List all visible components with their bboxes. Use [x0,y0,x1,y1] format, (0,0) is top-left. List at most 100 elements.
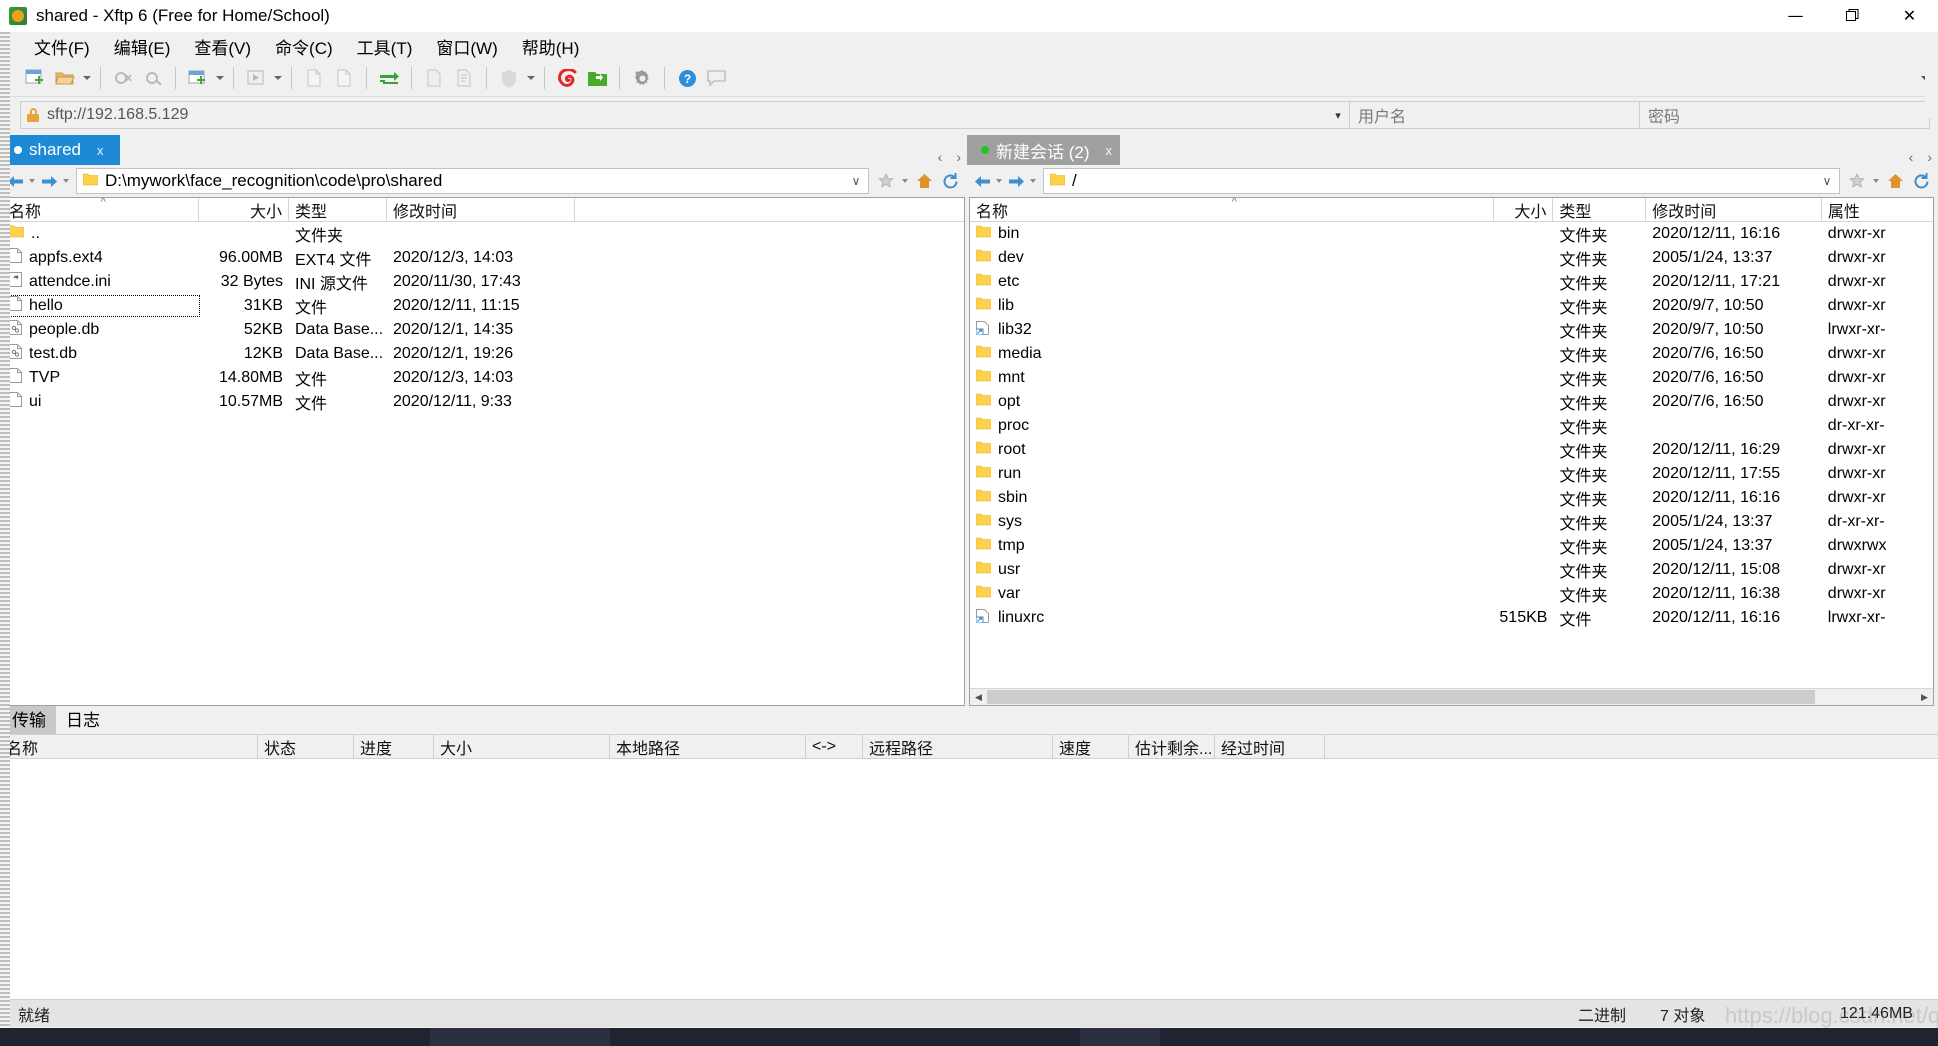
remote-star-icon[interactable] [1844,168,1870,194]
local-tab-next-icon[interactable]: › [956,149,961,165]
file-name-cell[interactable]: var [970,585,1495,603]
remote-col-name[interactable]: 名称 ^ [970,198,1495,221]
file-name-cell[interactable]: sbin [970,489,1495,507]
table-row[interactable]: lib32 文件夹 2020/9/7, 10:50 lrwxr-xr- [970,318,1933,342]
table-row[interactable]: media 文件夹 2020/7/6, 16:50 drwxr-xr [970,342,1933,366]
remote-tab-next-icon[interactable]: › [1927,149,1932,165]
local-star-dropdown-caret[interactable] [899,168,911,194]
table-row[interactable]: bin 文件夹 2020/12/11, 16:16 drwxr-xr [970,222,1933,246]
sync-transfer-icon[interactable] [374,64,404,92]
file-name-cell[interactable]: mnt [970,369,1495,387]
file-name-cell[interactable]: dev [970,249,1495,267]
table-row[interactable]: proc 文件夹 dr-xr-xr- [970,414,1933,438]
menu-file[interactable]: 文件(F) [22,31,102,62]
table-row[interactable]: appfs.ext4 96.00MB EXT4 文件 2020/12/3, 14:03 [3,246,964,270]
file-name-cell[interactable]: sys [970,513,1495,531]
file-name-cell[interactable]: test.db [3,344,199,364]
local-col-modified[interactable]: 修改时间 [387,198,575,221]
new-session-icon[interactable] [20,64,50,92]
table-row[interactable]: hello 31KB 文件 2020/12/11, 11:15 [3,294,964,318]
local-tab-prev-icon[interactable]: ‹ [938,149,943,165]
remote-back-dropdown-caret[interactable] [993,168,1005,194]
transfer-col-elapsed[interactable]: 经过时间 [1215,735,1325,758]
remote-forward-dropdown-caret[interactable] [1027,168,1039,194]
file-name-cell[interactable]: tmp [970,537,1495,555]
local-forward-arrow-icon[interactable] [38,168,60,194]
file-name-cell[interactable]: lib32 [970,320,1495,340]
table-row[interactable]: usr 文件夹 2020/12/11, 15:08 drwxr-xr [970,558,1933,582]
file-name-cell[interactable]: bin [970,225,1495,243]
table-row[interactable]: people.db 52KB Data Base... 2020/12/1, 14:3… [3,318,964,342]
menu-command[interactable]: 命令(C) [263,31,345,62]
file-name-cell[interactable]: appfs.ext4 [3,248,199,268]
remote-tab-new-session[interactable]: 新建会话 (2) x [967,135,1120,165]
table-row[interactable]: linuxrc 515KB 文件 2020/12/11, 16:16 lrwxr-xr- [970,606,1933,630]
close-button[interactable]: ✕ [1881,0,1938,32]
scroll-right-icon[interactable]: ▶ [1916,689,1933,705]
transfer-col-size[interactable]: 大小 [434,735,610,758]
file-name-cell[interactable]: people.db [3,320,199,340]
scroll-left-icon[interactable]: ◀ [970,689,987,705]
local-star-icon[interactable] [873,168,899,194]
menu-edit[interactable]: 编辑(E) [102,31,183,62]
remote-col-type[interactable]: 类型 [1553,198,1647,221]
table-row[interactable]: sys 文件夹 2005/1/24, 13:37 dr-xr-xr- [970,510,1933,534]
file-name-cell[interactable]: opt [970,393,1495,411]
maximize-button[interactable] [1824,0,1881,32]
local-path-chevron-down-icon[interactable]: ∨ [848,174,864,188]
table-row[interactable]: run 文件夹 2020/12/11, 17:55 drwxr-xr [970,462,1933,486]
transfer-col-direction[interactable]: <-> [806,735,863,758]
file-name-cell[interactable]: .. [3,225,199,243]
file-name-cell[interactable]: attendce.ini [3,272,199,292]
remote-path-chevron-down-icon[interactable]: ∨ [1819,174,1835,188]
file-transfer-dropdown-caret[interactable] [213,64,226,92]
remote-forward-arrow-icon[interactable] [1005,168,1027,194]
file-name-cell[interactable]: root [970,441,1495,459]
table-row[interactable]: sbin 文件夹 2020/12/11, 16:16 drwxr-xr [970,486,1933,510]
remote-col-modified[interactable]: 修改时间 [1646,198,1822,221]
table-row[interactable]: ui 10.57MB 文件 2020/12/11, 9:33 [3,390,964,414]
remote-tab-close-icon[interactable]: x [1106,143,1113,158]
table-row[interactable]: lib 文件夹 2020/9/7, 10:50 drwxr-xr [970,294,1933,318]
scroll-track[interactable] [987,689,1916,705]
settings-gear-icon[interactable] [627,64,657,92]
url-dropdown-caret[interactable]: ▾ [1331,109,1345,122]
menu-help[interactable]: 帮助(H) [510,31,592,62]
file-name-cell[interactable]: media [970,345,1495,363]
remote-refresh-icon[interactable] [1908,168,1934,194]
table-row[interactable]: root 文件夹 2020/12/11, 16:29 drwxr-xr [970,438,1933,462]
menu-window[interactable]: 窗口(W) [424,31,509,62]
transfer-col-name[interactable]: 名称 [0,735,258,758]
open-folder-icon[interactable] [50,64,80,92]
scroll-thumb[interactable] [987,690,1815,704]
table-row[interactable]: opt 文件夹 2020/7/6, 16:50 drwxr-xr [970,390,1933,414]
tab-transfer[interactable]: 传输 [2,703,56,734]
transfer-col-status[interactable]: 状态 [258,735,354,758]
transfer-col-local-path[interactable]: 本地路径 [610,735,806,758]
url-input[interactable]: sftp://192.168.5.129 ▾ [20,101,1350,129]
local-col-name[interactable]: 名称 ^ [3,198,199,221]
local-tab-close-icon[interactable]: x [97,143,104,158]
remote-path-input[interactable]: / ∨ [1043,168,1840,194]
xshell-icon[interactable] [552,64,582,92]
local-back-dropdown-caret[interactable] [26,168,38,194]
transfer-col-speed[interactable]: 速度 [1053,735,1129,758]
table-row[interactable]: test.db 12KB Data Base... 2020/12/1, 19:26 [3,342,964,366]
local-forward-dropdown-caret[interactable] [60,168,72,194]
new-file-transfer-icon[interactable] [183,64,213,92]
help-icon[interactable]: ? [672,64,702,92]
file-name-cell[interactable]: hello [3,295,200,317]
username-field[interactable]: 用户名 [1350,101,1640,129]
remote-back-arrow-icon[interactable] [971,168,993,194]
transfer-col-eta[interactable]: 估计剩余... [1129,735,1215,758]
minimize-button[interactable]: — [1767,0,1824,32]
local-col-size[interactable]: 大小 [199,198,289,221]
remote-col-size[interactable]: 大小 [1494,198,1554,221]
file-name-cell[interactable]: run [970,465,1495,483]
table-row[interactable]: TVP 14.80MB 文件 2020/12/3, 14:03 [3,366,964,390]
transfer-col-remote-path[interactable]: 远程路径 [863,735,1053,758]
local-path-input[interactable]: D:\mywork\face_recognition\code\pro\shar… [76,168,869,194]
table-row[interactable]: .. 文件夹 [3,222,964,246]
table-row[interactable]: dev 文件夹 2005/1/24, 13:37 drwxr-xr [970,246,1933,270]
file-name-cell[interactable]: usr [970,561,1495,579]
